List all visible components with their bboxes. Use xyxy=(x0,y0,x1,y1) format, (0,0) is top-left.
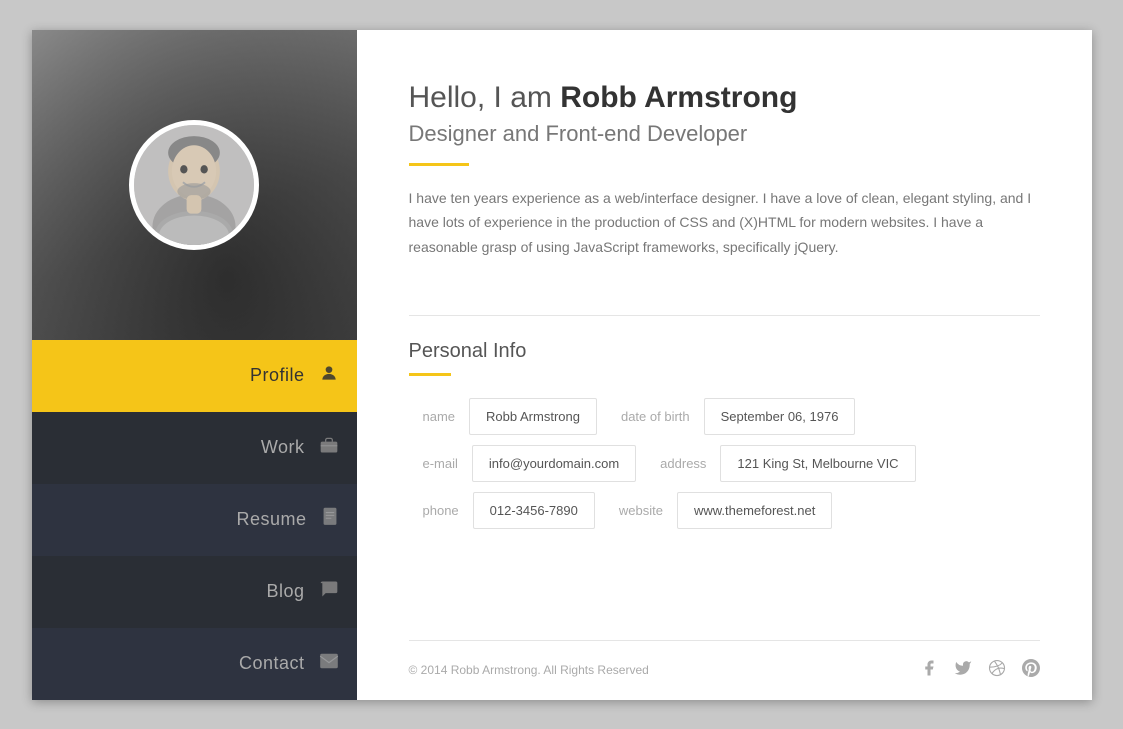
hero-name: Robb Armstrong xyxy=(560,81,797,114)
pinterest-icon[interactable] xyxy=(1022,659,1040,682)
info-cell-website: website www.themeforest.net xyxy=(605,492,832,529)
section-title: Personal Info xyxy=(409,340,1040,363)
sidebar-item-resume[interactable]: Resume xyxy=(32,484,357,556)
info-cell-name: name Robb Armstrong xyxy=(409,398,597,435)
app-container: Profile Work Resume xyxy=(32,30,1092,700)
info-row-2: e-mail info@yourdomain.com address 121 K… xyxy=(409,445,1040,482)
section-accent-bar xyxy=(409,373,451,376)
avatar-image xyxy=(134,125,254,245)
info-cell-phone: phone 012-3456-7890 xyxy=(409,492,595,529)
copyright-text: © 2014 Robb Armstrong. All Rights Reserv… xyxy=(409,663,649,677)
dob-label: date of birth xyxy=(607,399,704,434)
bio-text: I have ten years experience as a web/int… xyxy=(409,186,1040,260)
profile-icon xyxy=(319,363,339,388)
contact-icon xyxy=(319,653,339,674)
social-icons xyxy=(920,659,1040,682)
hello-text: Hello, I am Robb Armstrong xyxy=(409,78,1040,117)
work-icon xyxy=(319,435,339,460)
address-value: 121 King St, Melbourne VIC xyxy=(720,445,915,482)
info-row-3: phone 012-3456-7890 website www.themefor… xyxy=(409,492,1040,529)
sidebar-item-blog[interactable]: Blog xyxy=(32,556,357,628)
sidebar-photo xyxy=(32,30,357,340)
phone-value: 012-3456-7890 xyxy=(473,492,595,529)
sidebar-item-label: Resume xyxy=(236,509,306,530)
sidebar-item-work[interactable]: Work xyxy=(32,412,357,484)
website-label: website xyxy=(605,493,677,528)
avatar xyxy=(129,120,259,250)
info-row-1: name Robb Armstrong date of birth Septem… xyxy=(409,398,1040,435)
phone-label: phone xyxy=(409,493,473,528)
main-content: Hello, I am Robb Armstrong Designer and … xyxy=(357,30,1092,700)
info-cell-dob: date of birth September 06, 1976 xyxy=(607,398,855,435)
email-label: e-mail xyxy=(409,446,472,481)
greeting-text: Hello, I am xyxy=(409,81,561,114)
sidebar-item-label: Blog xyxy=(266,581,304,602)
hero-section: Hello, I am Robb Armstrong Designer and … xyxy=(409,78,1040,260)
info-cell-address: address 121 King St, Melbourne VIC xyxy=(646,445,915,482)
personal-info-section: Personal Info name Robb Armstrong date o… xyxy=(409,340,1040,529)
blog-icon xyxy=(319,579,339,604)
name-value: Robb Armstrong xyxy=(469,398,597,435)
address-label: address xyxy=(646,446,720,481)
section-divider xyxy=(409,315,1040,316)
sidebar: Profile Work Resume xyxy=(32,30,357,700)
sidebar-item-label: Work xyxy=(261,437,305,458)
info-cell-email: e-mail info@yourdomain.com xyxy=(409,445,637,482)
dribbble-icon[interactable] xyxy=(988,659,1006,682)
twitter-icon[interactable] xyxy=(954,659,972,682)
info-grid: name Robb Armstrong date of birth Septem… xyxy=(409,398,1040,529)
sidebar-item-profile[interactable]: Profile xyxy=(32,340,357,412)
dob-value: September 06, 1976 xyxy=(704,398,856,435)
sidebar-item-label: Profile xyxy=(250,365,305,386)
resume-icon xyxy=(321,507,339,532)
subtitle: Designer and Front-end Developer xyxy=(409,121,1040,147)
facebook-icon[interactable] xyxy=(920,659,938,682)
website-value: www.themeforest.net xyxy=(677,492,832,529)
accent-bar xyxy=(409,163,469,166)
sidebar-item-contact[interactable]: Contact xyxy=(32,628,357,700)
footer: © 2014 Robb Armstrong. All Rights Reserv… xyxy=(409,640,1040,700)
name-label: name xyxy=(409,399,470,434)
sidebar-item-label: Contact xyxy=(239,653,305,674)
email-value: info@yourdomain.com xyxy=(472,445,636,482)
